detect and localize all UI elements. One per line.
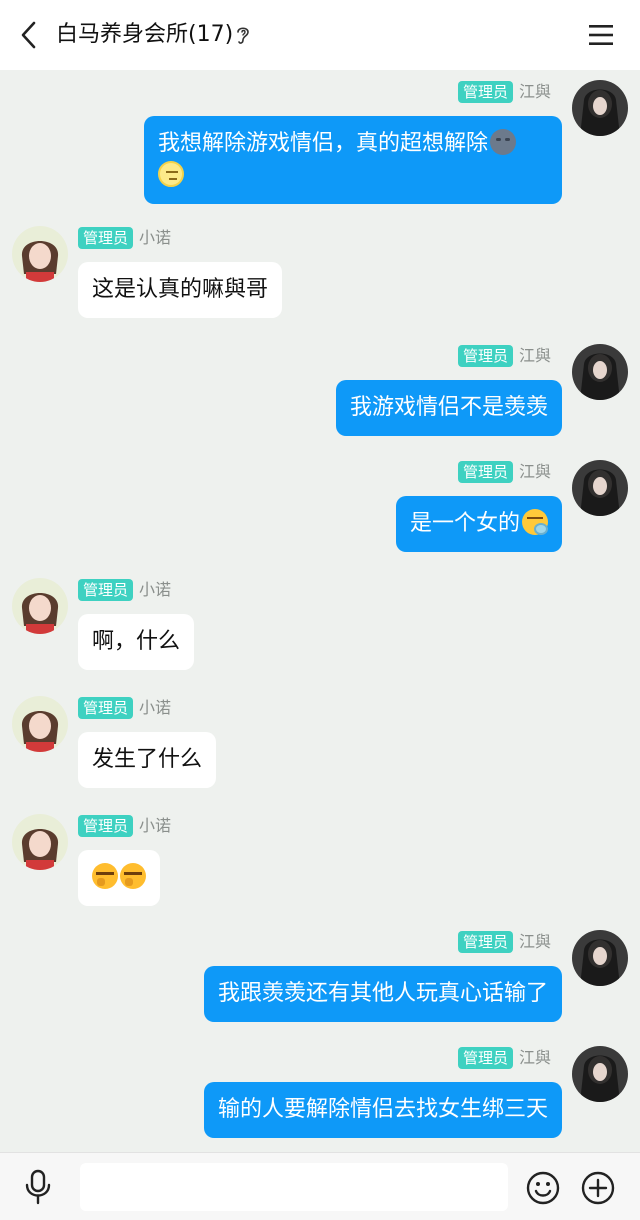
admin-badge: 管理员 xyxy=(458,461,514,483)
message-bubble[interactable] xyxy=(78,850,160,906)
sender-name[interactable]: 江與 xyxy=(519,345,551,367)
sender-meta: 管理员 小诺 xyxy=(78,226,171,250)
message-bubble[interactable]: 我跟羡羡还有其他人玩真心话输了 xyxy=(203,966,562,1022)
crying-face-icon xyxy=(120,863,146,889)
avatar-xiaonuo[interactable] xyxy=(12,226,68,282)
message-text: 啊，什么 xyxy=(92,629,181,654)
avatar-jiangyu[interactable] xyxy=(572,1046,628,1102)
message-bubble[interactable]: 这是认真的嘛與哥 xyxy=(78,262,283,318)
sender-name[interactable]: 小诺 xyxy=(139,227,171,249)
message-bubble[interactable]: 啊，什么 xyxy=(78,614,195,670)
admin-badge: 管理员 xyxy=(78,227,134,249)
message-text: 是一个女的 xyxy=(409,511,520,536)
message-text: 我想解除游戏情侣，真的超想解除 xyxy=(158,131,489,156)
emoji-icon[interactable] xyxy=(526,1171,560,1205)
admin-badge: 管理员 xyxy=(78,815,134,837)
avatar-jiangyu[interactable] xyxy=(572,930,628,986)
message-text: 这是认真的嘛與哥 xyxy=(92,277,269,302)
group-title[interactable]: 白马养身会所(17) xyxy=(56,20,233,50)
message-text: 我游戏情侣不是羡羡 xyxy=(349,395,548,420)
sender-name[interactable]: 江與 xyxy=(519,81,551,103)
sender-name[interactable]: 小诺 xyxy=(139,697,171,719)
avatar-xiaonuo[interactable] xyxy=(12,696,68,752)
sender-name[interactable]: 江與 xyxy=(519,931,551,953)
chat-header: 白马养身会所(17) xyxy=(0,0,640,70)
sender-meta: 管理员 江與 xyxy=(458,460,551,484)
sender-meta: 管理员 江與 xyxy=(458,344,551,368)
new-moon-face-icon xyxy=(490,129,517,155)
sender-meta: 管理员 江與 xyxy=(458,1046,551,1070)
admin-badge: 管理员 xyxy=(458,345,514,367)
avatar-jiangyu[interactable] xyxy=(572,80,628,136)
message-text: 发生了什么 xyxy=(92,747,203,772)
sender-name[interactable]: 小诺 xyxy=(139,579,171,601)
message-bubble[interactable]: 我想解除游戏情侣，真的超想解除 xyxy=(144,116,562,204)
sender-meta: 管理员 江與 xyxy=(458,930,551,954)
message-bubble[interactable]: 我游戏情侣不是羡羡 xyxy=(335,380,562,436)
admin-badge: 管理员 xyxy=(78,579,134,601)
input-bar xyxy=(0,1152,640,1220)
avatar-jiangyu[interactable] xyxy=(572,460,628,516)
admin-badge: 管理员 xyxy=(458,931,514,953)
add-icon[interactable] xyxy=(581,1171,615,1205)
back-arrow-icon[interactable] xyxy=(14,19,46,51)
admin-badge: 管理员 xyxy=(458,1047,514,1069)
message-text: 我跟羡羡还有其他人玩真心话输了 xyxy=(217,981,548,1006)
admin-badge: 管理员 xyxy=(458,81,514,103)
sender-name[interactable]: 江與 xyxy=(519,1047,551,1069)
message-bubble[interactable]: 输的人要解除情侣去找女生绑三天 xyxy=(203,1082,562,1138)
message-bubble[interactable]: 是一个女的 xyxy=(395,496,562,552)
message-list[interactable]: 管理员 江與 我想解除游戏情侣，真的超想解除 管理员 小诺 这是认真的嘛與哥 管… xyxy=(0,70,640,1152)
thinking-face-icon xyxy=(522,509,548,535)
ear-icon[interactable] xyxy=(234,24,252,46)
sender-meta: 管理员 江與 xyxy=(458,80,551,104)
microphone-icon[interactable] xyxy=(22,1169,54,1205)
sender-meta: 管理员 小诺 xyxy=(78,814,171,838)
admin-badge: 管理员 xyxy=(78,697,134,719)
sender-name[interactable]: 江與 xyxy=(519,461,551,483)
message-text: 输的人要解除情侣去找女生绑三天 xyxy=(217,1097,548,1122)
crying-face-icon xyxy=(92,863,118,889)
sender-name[interactable]: 小诺 xyxy=(139,815,171,837)
avatar-xiaonuo[interactable] xyxy=(12,814,68,870)
sender-meta: 管理员 小诺 xyxy=(78,578,171,602)
smirk-face-icon xyxy=(158,161,184,187)
menu-icon[interactable] xyxy=(586,20,616,50)
avatar-xiaonuo[interactable] xyxy=(12,578,68,634)
sender-meta: 管理员 小诺 xyxy=(78,696,171,720)
message-bubble[interactable]: 发生了什么 xyxy=(78,732,217,788)
message-input[interactable] xyxy=(80,1163,508,1211)
avatar-jiangyu[interactable] xyxy=(572,344,628,400)
